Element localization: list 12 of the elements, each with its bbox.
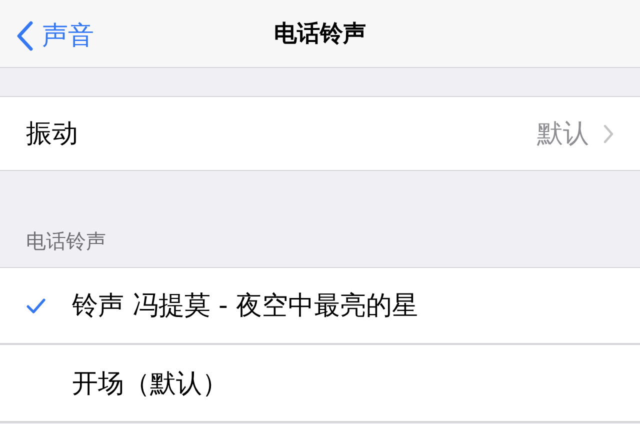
chevron-right-icon <box>603 124 614 144</box>
vibration-row[interactable]: 振动 默认 <box>0 96 640 171</box>
ringtone-row[interactable]: 开场（默认） <box>0 345 640 423</box>
row-label: 振动 <box>26 118 78 151</box>
ringtone-name: 开场（默认） <box>72 368 228 400</box>
section-header: 电话铃声 <box>26 228 106 255</box>
row-value: 默认 <box>537 118 589 151</box>
ringtone-row[interactable]: 铃声 冯提莫 - 夜空中最亮的星 <box>0 267 640 345</box>
ringtone-name: 铃声 冯提莫 - 夜空中最亮的星 <box>72 290 418 323</box>
back-button[interactable]: 声音 <box>12 14 98 57</box>
screen-title: 电话铃声 <box>274 20 366 49</box>
back-chevron-icon <box>16 20 34 50</box>
